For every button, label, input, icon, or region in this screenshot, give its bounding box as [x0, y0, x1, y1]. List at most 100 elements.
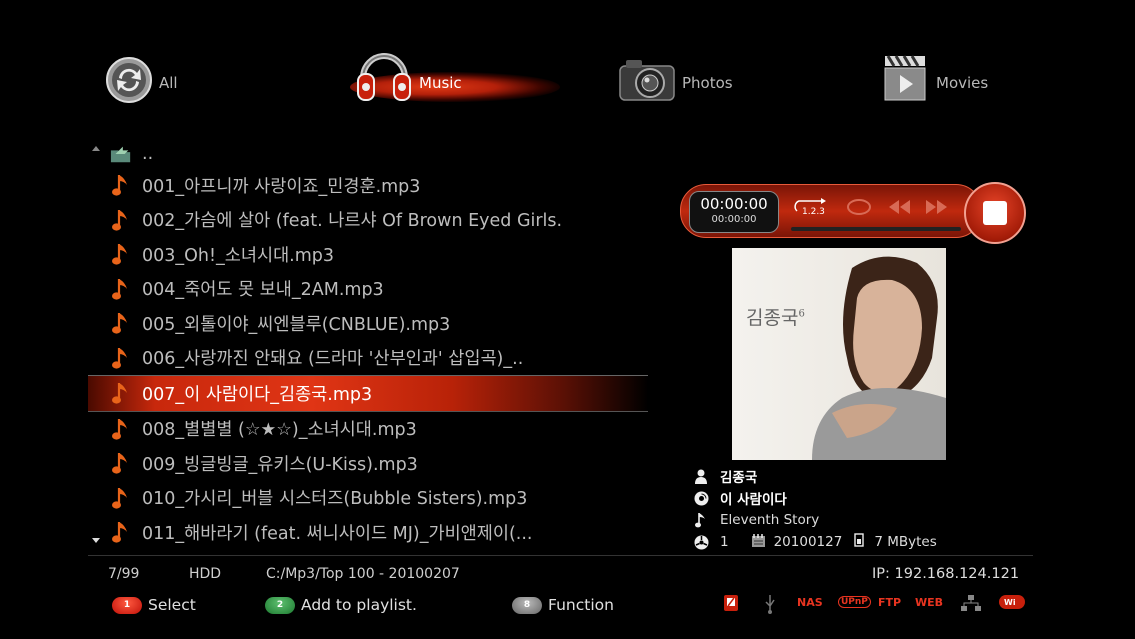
headphones-icon [355, 40, 413, 108]
file-row[interactable]: 008_별별별 (☆★☆)_소녀시대.mp3 [88, 412, 648, 447]
category-all-label: All [159, 74, 178, 92]
web-icon: WEB [915, 596, 944, 609]
disc-icon [690, 491, 712, 506]
music-file-icon [110, 242, 132, 266]
repeat-icon[interactable]: 1.2.3 [793, 197, 831, 220]
person-icon [690, 469, 712, 484]
file-list: .. 001_아프니까 사랑이죠_민경훈.mp3 002_가슴에 살아 (feat… [88, 140, 648, 550]
music-file-icon [110, 277, 132, 301]
nas-icon: NAS [797, 596, 823, 609]
hint-select-label: Select [148, 596, 196, 614]
music-note-icon [690, 512, 712, 528]
storage-source: HDD [189, 566, 222, 582]
track-title: 이 사람이다 [720, 492, 787, 508]
rewind-icon[interactable] [886, 197, 912, 222]
music-file-icon [110, 451, 132, 475]
lan-icon [960, 594, 982, 612]
music-file-icon [110, 486, 132, 510]
file-row[interactable]: 006_사랑까진 안돼요 (드라마 '산부인과' 삽입곡)_.. [88, 341, 648, 376]
music-file-icon [110, 381, 132, 405]
file-name: 003_Oh!_소녀시대.mp3 [142, 245, 335, 266]
parent-folder-label: .. [142, 144, 154, 164]
music-file-icon [110, 173, 132, 197]
file-row[interactable]: 001_아프니까 사랑이죠_민경훈.mp3 [88, 168, 648, 203]
category-movies-label: Movies [936, 74, 989, 92]
category-photos[interactable]: Photos [618, 38, 733, 108]
track-info: 김종국 이 사람이다 Eleventh Story 1 20100127 7 M… [690, 465, 937, 553]
file-size: 7 MBytes [874, 534, 937, 550]
file-row[interactable]: 011_해바라기 (feat. 써니사이드 MJ)_가비앤제이(... [88, 515, 648, 550]
file-name: 010_가시리_버블 시스터즈(Bubble Sisters).mp3 [142, 489, 528, 510]
usb-icon [764, 594, 776, 614]
track-date: 20100127 [773, 534, 843, 550]
file-name: 006_사랑까진 안돼요 (드라마 '산부인과' 삽입곡)_.. [142, 349, 524, 370]
file-row[interactable]: 009_빙글빙글_유키스(U-Kiss).mp3 [88, 446, 648, 481]
green-key-icon: 2 [265, 596, 295, 614]
album-name: Eleventh Story [720, 512, 820, 528]
category-music-label: Music [419, 74, 462, 92]
music-file-icon [110, 417, 132, 441]
category-music[interactable]: Music [355, 38, 462, 108]
category-movies[interactable]: Movies [882, 38, 988, 108]
album-art: 김종국6 [732, 248, 946, 460]
details-row: 1 20100127 7 MBytes [690, 531, 937, 553]
time-display: 00:00:00 00:00:00 [689, 191, 779, 233]
music-file-icon [110, 520, 132, 544]
hint-select[interactable]: 1 Select [112, 596, 196, 614]
player-control: 00:00:00 00:00:00 1.2.3 [680, 182, 1026, 244]
stop-button[interactable] [964, 182, 1026, 244]
player-bar: 00:00:00 00:00:00 1.2.3 [680, 184, 982, 238]
artist-name: 김종국 [720, 470, 758, 486]
hint-function[interactable]: 8 Function [512, 596, 614, 614]
artist-row: 김종국 [690, 465, 937, 487]
file-name: 001_아프니까 사랑이죠_민경훈.mp3 [142, 176, 421, 197]
file-row[interactable]: 010_가시리_버블 시스터즈(Bubble Sisters).mp3 [88, 481, 648, 516]
file-row[interactable]: 007_이 사람이다_김종국.mp3 [88, 375, 648, 412]
sync-icon [105, 56, 153, 108]
repeat-label: 1.2.3 [802, 207, 825, 217]
gray-key-icon: 8 [512, 596, 542, 614]
red-key-icon: 1 [112, 596, 142, 614]
title-row: 이 사람이다 [690, 487, 937, 509]
clapperboard-icon [882, 52, 930, 108]
parent-folder-row[interactable]: .. [88, 140, 648, 168]
file-row[interactable]: 002_가슴에 살아 (feat. 나르샤 Of Brown Eyed Girl… [88, 203, 648, 238]
calendar-icon [751, 533, 766, 552]
file-name: 002_가슴에 살아 (feat. 나르샤 Of Brown Eyed Girl… [142, 211, 563, 232]
footer-divider [88, 555, 1033, 556]
folder-up-icon [110, 144, 132, 164]
current-path: C:/Mp3/Top 100 - 20100207 [266, 566, 460, 582]
file-name: 009_빙글빙글_유키스(U-Kiss).mp3 [142, 454, 418, 475]
hint-function-label: Function [548, 596, 614, 614]
hint-add-to-playlist[interactable]: 2 Add to playlist. [265, 596, 417, 614]
category-all[interactable]: All [105, 38, 178, 108]
track-number: 1 [720, 534, 729, 550]
svg-text:Wi: Wi [1004, 598, 1016, 607]
category-photos-label: Photos [682, 74, 733, 92]
upnp-icon: UPnP [838, 596, 871, 608]
hint-add-label: Add to playlist. [301, 596, 417, 614]
file-size-icon [854, 533, 865, 551]
file-name: 008_별별별 (☆★☆)_소녀시대.mp3 [142, 420, 417, 441]
stop-icon [983, 201, 1007, 225]
ip-address: IP: 192.168.124.121 [872, 566, 1020, 582]
track-position: 7/99 [108, 566, 140, 582]
music-file-icon [110, 208, 132, 232]
progress-bar[interactable] [791, 227, 961, 231]
camera-icon [618, 54, 676, 108]
file-name: 005_외톨이야_씨엔블루(CNBLUE).mp3 [142, 314, 451, 335]
track-number-icon [690, 535, 712, 550]
file-name: 004_죽어도 못 보내_2AM.mp3 [142, 280, 384, 301]
loop-icon[interactable] [846, 197, 872, 222]
wifi-icon: Wi [998, 594, 1026, 610]
file-row[interactable]: 005_외톨이야_씨엔블루(CNBLUE).mp3 [88, 306, 648, 341]
file-row[interactable]: 003_Oh!_소녀시대.mp3 [88, 237, 648, 272]
file-row[interactable]: 004_죽어도 못 보내_2AM.mp3 [88, 272, 648, 307]
elapsed-time: 00:00:00 [700, 195, 768, 213]
fast-forward-icon[interactable] [924, 197, 950, 222]
music-file-icon [110, 311, 132, 335]
file-name: 011_해바라기 (feat. 써니사이드 MJ)_가비앤제이(... [142, 523, 533, 544]
media-card-icon [723, 594, 739, 612]
ftp-icon: FTP [878, 596, 902, 609]
music-file-icon [110, 346, 132, 370]
